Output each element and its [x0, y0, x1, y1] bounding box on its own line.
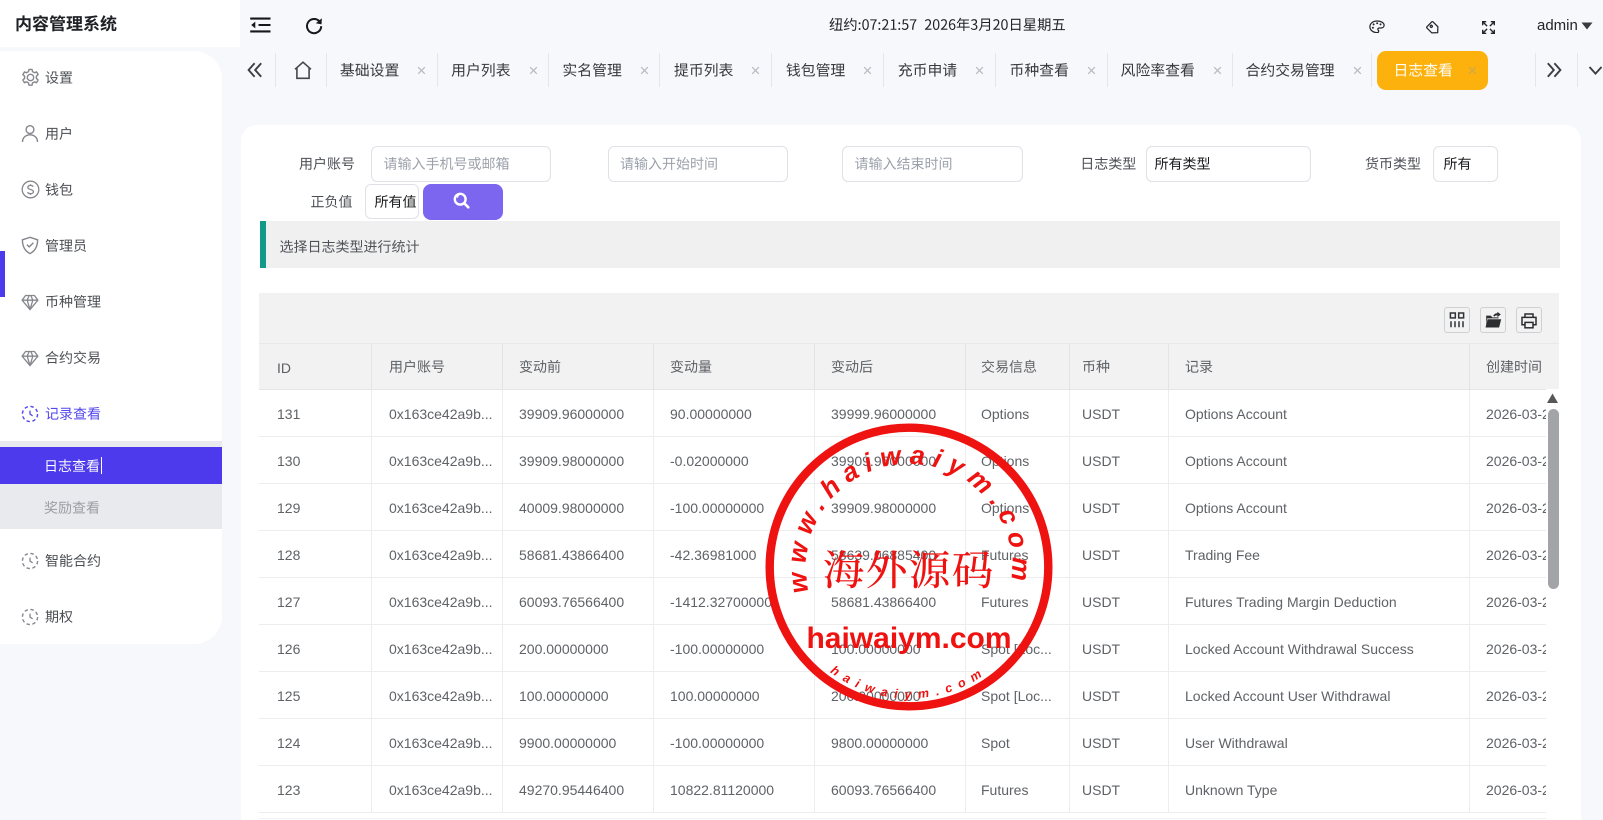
- svg-text:haiwaiym.com: haiwaiym.com: [806, 622, 1011, 655]
